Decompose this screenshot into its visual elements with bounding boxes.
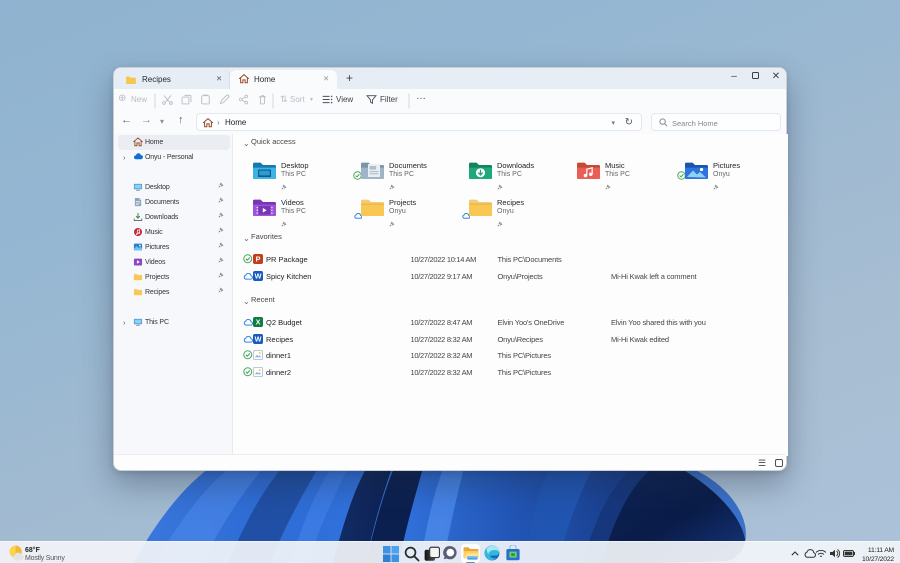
svg-text:P: P bbox=[256, 255, 261, 264]
svg-text:X: X bbox=[256, 318, 261, 327]
svg-text:W: W bbox=[255, 335, 262, 344]
svg-text:W: W bbox=[255, 272, 262, 281]
